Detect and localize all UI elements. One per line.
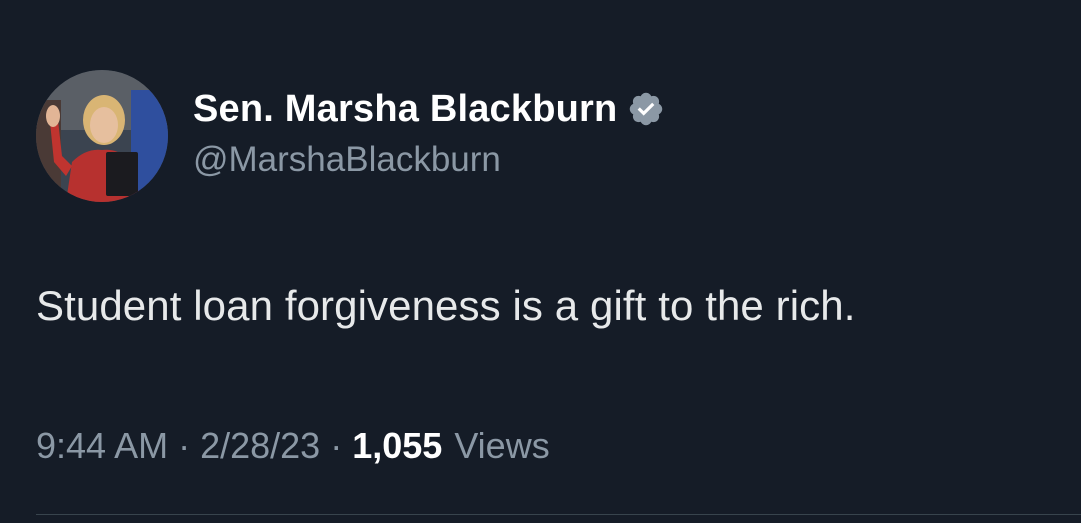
- verified-badge-icon[interactable]: [627, 90, 665, 128]
- author-display-name[interactable]: Sen. Marsha Blackburn: [193, 88, 617, 131]
- tweet-text: Student loan forgiveness is a gift to th…: [36, 282, 856, 329]
- tweet-card: Sen. Marsha Blackburn @MarshaBlackburn S…: [0, 0, 1081, 523]
- meta-separator: ·: [178, 425, 191, 466]
- tweet-time[interactable]: 9:44 AM: [36, 425, 168, 467]
- views-count[interactable]: 1,055: [352, 425, 442, 467]
- author-name-row: Sen. Marsha Blackburn: [193, 84, 665, 134]
- avatar[interactable]: [36, 70, 168, 202]
- tweet-date[interactable]: 2/28/23: [200, 425, 320, 467]
- author-handle[interactable]: @MarshaBlackburn: [193, 140, 501, 180]
- tweet-meta: 9:44 AM · 2/28/23 · 1,055 Views: [36, 425, 550, 467]
- divider: [36, 514, 1081, 515]
- meta-separator: ·: [330, 425, 343, 466]
- views-label: Views: [454, 425, 550, 466]
- avatar-photo: [36, 70, 168, 202]
